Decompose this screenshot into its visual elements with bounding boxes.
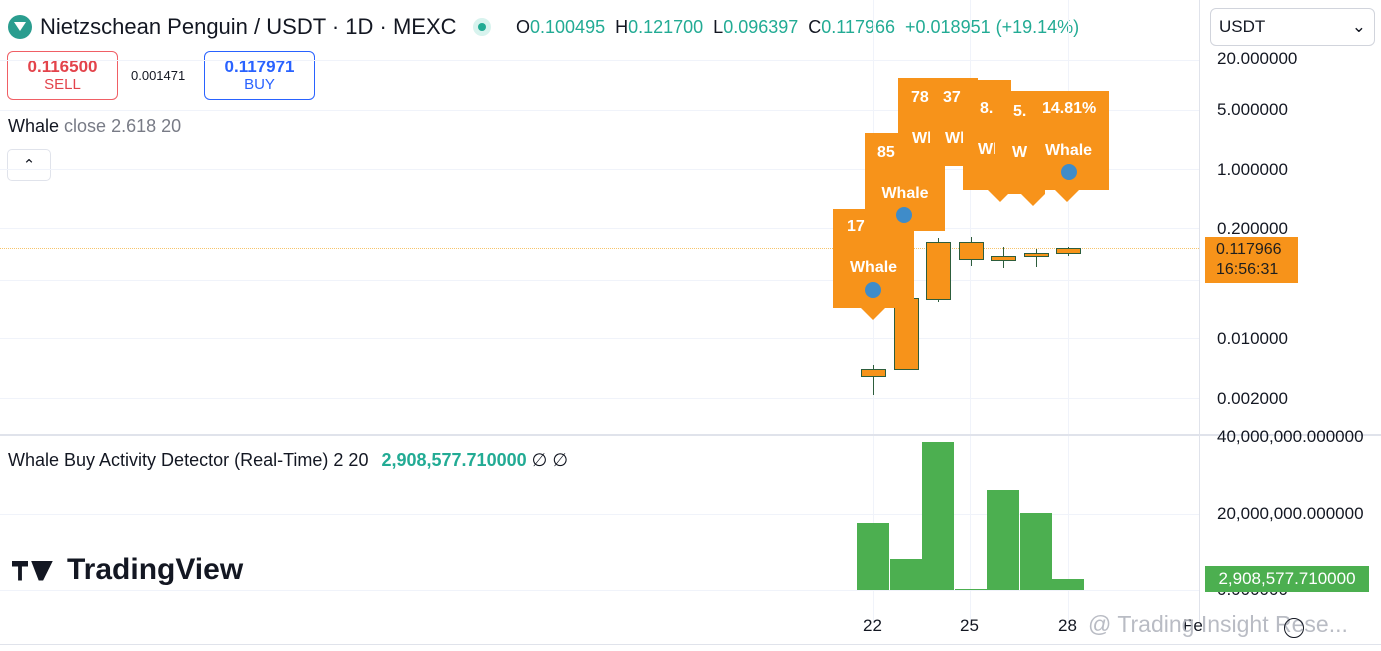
date-axis-label: 22 xyxy=(863,616,882,635)
whale-tag-pointer xyxy=(1021,194,1045,206)
volume-bar xyxy=(987,489,1019,590)
whale-tag-label: Whale xyxy=(881,185,929,202)
chevron-down-icon: ⌄ xyxy=(1351,17,1366,36)
candle xyxy=(926,242,951,300)
sell-button[interactable]: 0.116500 SELL xyxy=(7,51,118,100)
tradingview-brand[interactable]: TradingView xyxy=(12,553,243,587)
spread-value: 0.001471 xyxy=(131,68,186,83)
price-grid-line xyxy=(0,398,1199,399)
main-indicator-label[interactable]: Whale close 2.618 20 xyxy=(8,116,181,137)
volume-bar xyxy=(954,589,987,590)
volume-bar xyxy=(857,522,889,590)
candle-wick xyxy=(1036,249,1037,267)
price-grid-line xyxy=(0,228,1199,229)
globe-icon xyxy=(865,282,881,298)
price-axis-label: 0.010000 xyxy=(1217,329,1288,348)
date-axis-label: 28 xyxy=(1058,616,1077,635)
low-label: L xyxy=(713,17,724,37)
candle xyxy=(1024,253,1049,257)
chevron-up-icon: ⌃ xyxy=(22,157,36,174)
volume-indicator-value: 2,908,577.710000 xyxy=(381,450,527,470)
candle xyxy=(991,256,1016,261)
volume-bar xyxy=(889,559,922,590)
main-indicator-name: Whale xyxy=(8,116,60,136)
tradingview-logo-icon xyxy=(12,557,55,584)
change-value: +0.018951 (+19.14%) xyxy=(905,17,1080,37)
whale-signal-tag[interactable]: 14.81% Whale xyxy=(1028,91,1109,190)
price-axis-label: 0.002000 xyxy=(1217,389,1288,408)
candle xyxy=(894,298,919,370)
token-logo-icon xyxy=(8,15,32,39)
last-price-badge: 0.117966 16:56:31 xyxy=(1205,237,1298,283)
whale-tag-value: 14.81% xyxy=(1042,100,1097,117)
current-price-line xyxy=(0,248,1199,249)
price-axis-divider xyxy=(1199,0,1200,622)
date-axis-label: 25 xyxy=(960,616,979,635)
ohlc-values: O0.100495 H0.121700 L0.096397 C0.117966 … xyxy=(516,17,1079,38)
quote-selector[interactable]: USDT ⌄ xyxy=(1210,8,1375,46)
volume-grid-line xyxy=(0,590,1199,591)
price-axis-label: 0.200000 xyxy=(1217,219,1288,238)
volume-indicator-label[interactable]: Whale Buy Activity Detector (Real-Time) … xyxy=(8,450,568,471)
whale-tag-label: Whale xyxy=(1044,142,1093,159)
globe-icon xyxy=(896,207,912,223)
whale-tag-pointer xyxy=(988,190,1012,202)
brand-text: TradingView xyxy=(67,553,244,586)
open-value: 0.100495 xyxy=(530,17,606,37)
volume-bar xyxy=(1052,578,1084,590)
globe-icon xyxy=(1061,164,1077,180)
sell-label: SELL xyxy=(44,75,81,93)
volume-value-badge: 2,908,577.710000 xyxy=(1205,566,1369,592)
buy-label: BUY xyxy=(244,75,275,93)
price-axis-label: 5.000000 xyxy=(1217,100,1288,119)
price-grid-line xyxy=(0,60,1199,61)
quote-selector-value: USDT xyxy=(1219,17,1266,36)
candle xyxy=(1056,248,1081,254)
whale-tag-pointer xyxy=(1055,190,1079,202)
settings-icon[interactable] xyxy=(1284,618,1304,638)
volume-axis-label: 20,000,000.000000 xyxy=(1217,504,1364,523)
whale-tag-pointer xyxy=(861,308,885,320)
price-grid-line xyxy=(0,338,1199,339)
last-price-value: 0.117966 xyxy=(1216,241,1282,258)
bottom-border xyxy=(0,644,1381,645)
symbol-title[interactable]: Nietzschean Penguin / USDT · 1D · MEXC xyxy=(40,14,457,40)
close-value: 0.117966 xyxy=(821,17,896,37)
volume-indicator-extra: ∅ xyxy=(552,450,569,470)
main-indicator-params: close 2.618 20 xyxy=(64,116,182,136)
open-label: O xyxy=(516,17,531,37)
volume-indicator-title: Whale Buy Activity Detector (Real-Time) … xyxy=(8,450,369,470)
volume-bar xyxy=(922,441,954,590)
whale-tag-label: Whale xyxy=(849,259,898,276)
high-label: H xyxy=(615,17,629,37)
market-status-icon xyxy=(472,18,491,36)
price-axis-label: 1.000000 xyxy=(1217,160,1288,179)
volume-indicator-extra: ∅ xyxy=(531,450,548,470)
volume-axis-label: 40,000,000.000000 xyxy=(1217,427,1364,446)
volume-bar xyxy=(1019,513,1052,590)
pane-divider[interactable] xyxy=(0,434,1381,436)
candle-countdown: 16:56:31 xyxy=(1216,261,1279,278)
candle xyxy=(861,369,886,377)
low-value: 0.096397 xyxy=(723,17,799,37)
symbol-header: Nietzschean Penguin / USDT · 1D · MEXC xyxy=(8,14,491,40)
candle xyxy=(959,242,984,260)
price-grid-line xyxy=(0,280,1199,281)
close-label: C xyxy=(808,17,822,37)
source-watermark: @ Trading Insight Rese... xyxy=(1088,611,1348,637)
buy-button[interactable]: 0.117971 BUY xyxy=(204,51,315,100)
high-value: 0.121700 xyxy=(628,17,704,37)
price-axis-label: 20.000000 xyxy=(1217,49,1298,68)
collapse-indicators-button[interactable]: ⌃ xyxy=(7,149,51,181)
